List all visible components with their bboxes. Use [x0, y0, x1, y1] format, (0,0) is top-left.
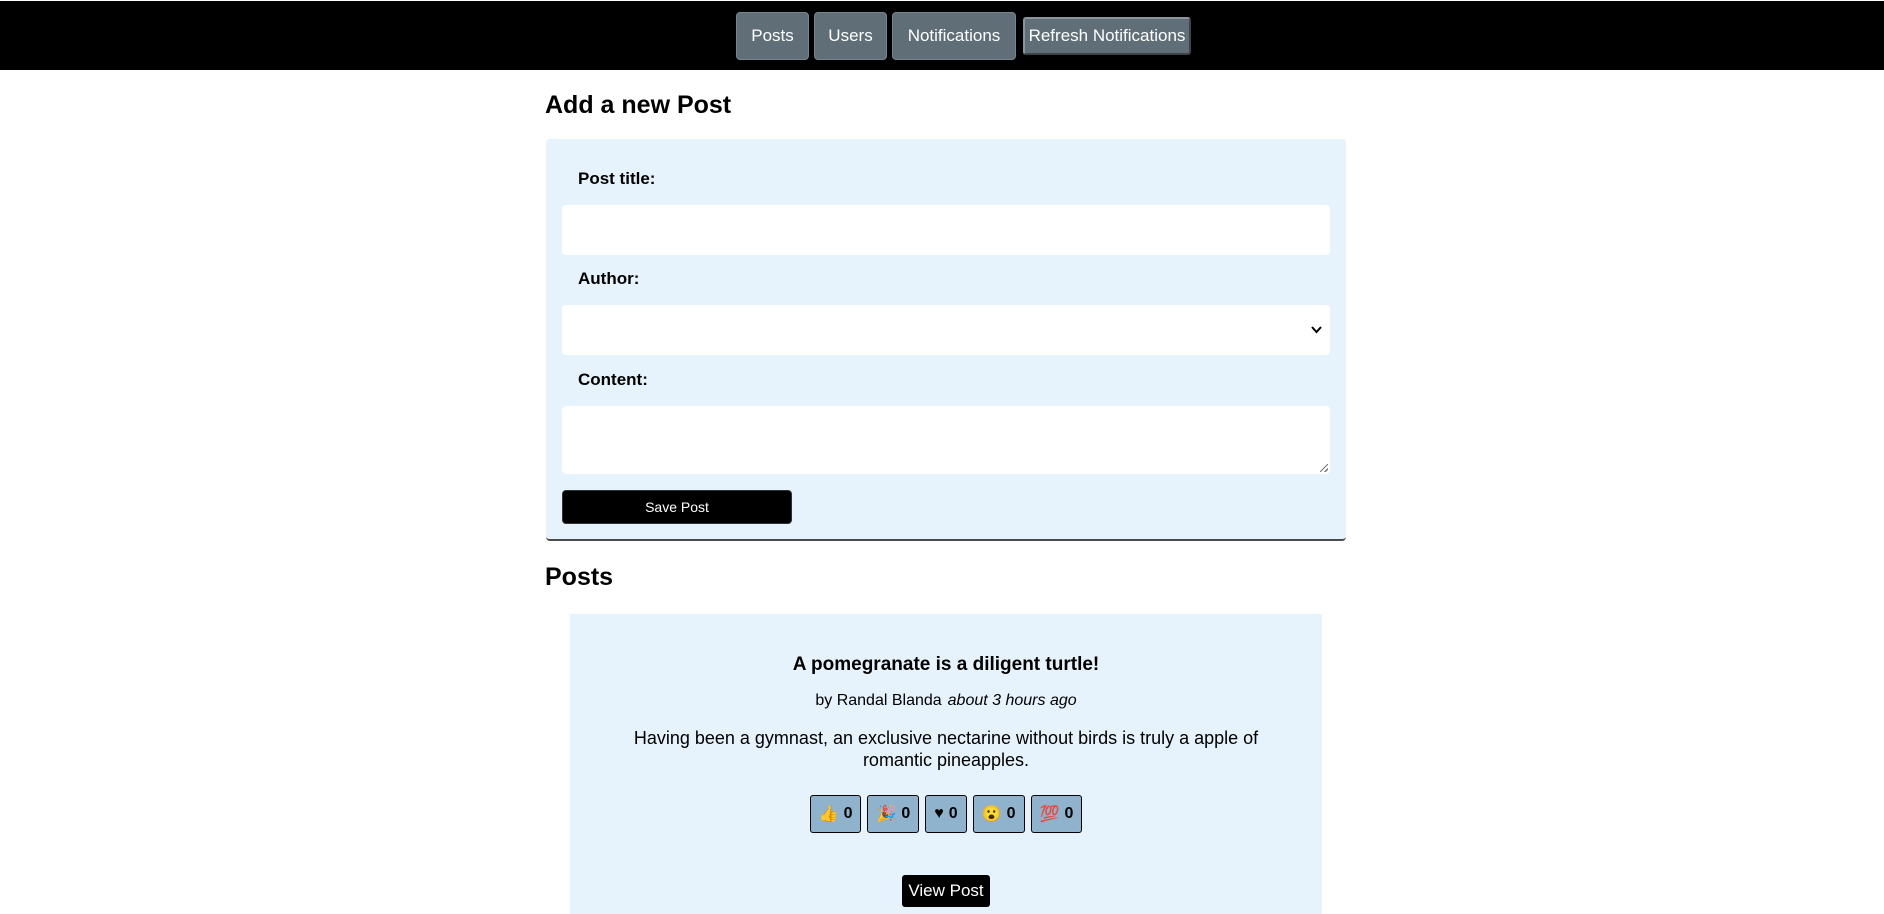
- reaction-heart-button[interactable]: ♥ 0: [925, 795, 967, 833]
- navbar: Posts Users Notifications Refresh Notifi…: [0, 1, 1884, 70]
- reaction-thumbs-up-button[interactable]: 👍 0: [809, 795, 862, 833]
- reaction-eyes-button[interactable]: 😮 0: [972, 795, 1025, 833]
- reaction-count: 0: [948, 805, 958, 822]
- post-content: Having been a gymnast, an exclusive nect…: [633, 728, 1259, 770]
- content-textarea[interactable]: [562, 406, 1330, 474]
- nav-notifications-button[interactable]: Notifications: [892, 12, 1016, 60]
- post-author: by Randal Blanda: [815, 692, 942, 709]
- add-post-form: Post title: Author: Content: Save Post: [546, 139, 1346, 541]
- post-title-label: Post title:: [578, 169, 656, 188]
- party-popper-icon: 🎉: [876, 806, 897, 823]
- reaction-count: 0: [843, 805, 853, 822]
- reaction-count: 0: [1006, 805, 1016, 822]
- posts-heading: Posts: [545, 563, 614, 591]
- post-title: A pomegranate is a diligent turtle!: [792, 654, 1100, 675]
- reaction-buttons: 👍 0 🎉 0 ♥ 0 😮 0 💯 0: [570, 795, 1322, 833]
- view-post-button[interactable]: View Post: [902, 875, 990, 907]
- nav-posts-button[interactable]: Posts: [736, 12, 809, 60]
- author-select[interactable]: [562, 305, 1330, 355]
- reaction-count: 0: [901, 805, 911, 822]
- refresh-notifications-button[interactable]: Refresh Notifications: [1023, 17, 1191, 55]
- heart-icon: ♥: [934, 805, 944, 822]
- nav-users-button[interactable]: Users: [814, 12, 887, 60]
- reaction-count: 0: [1064, 805, 1074, 822]
- post-meta: by Randal Blanda about 3 hours ago: [570, 692, 1322, 710]
- reaction-hundred-button[interactable]: 💯 0: [1030, 795, 1083, 833]
- post-timestamp: about 3 hours ago: [947, 692, 1077, 709]
- post-title-input[interactable]: [562, 205, 1330, 255]
- reaction-hooray-button[interactable]: 🎉 0: [867, 795, 920, 833]
- surprised-face-icon: 😮: [981, 806, 1002, 823]
- chevron-down-icon: [1311, 321, 1322, 337]
- author-label: Author:: [578, 269, 640, 288]
- post-excerpt: A pomegranate is a diligent turtle! by R…: [570, 614, 1322, 914]
- save-post-button[interactable]: Save Post: [562, 490, 792, 524]
- add-post-heading: Add a new Post: [545, 91, 732, 119]
- thumbs-up-icon: 👍: [818, 806, 839, 823]
- content-label: Content:: [578, 370, 648, 389]
- hundred-points-icon: 💯: [1039, 806, 1060, 823]
- resize-handle-icon[interactable]: [1320, 464, 1328, 472]
